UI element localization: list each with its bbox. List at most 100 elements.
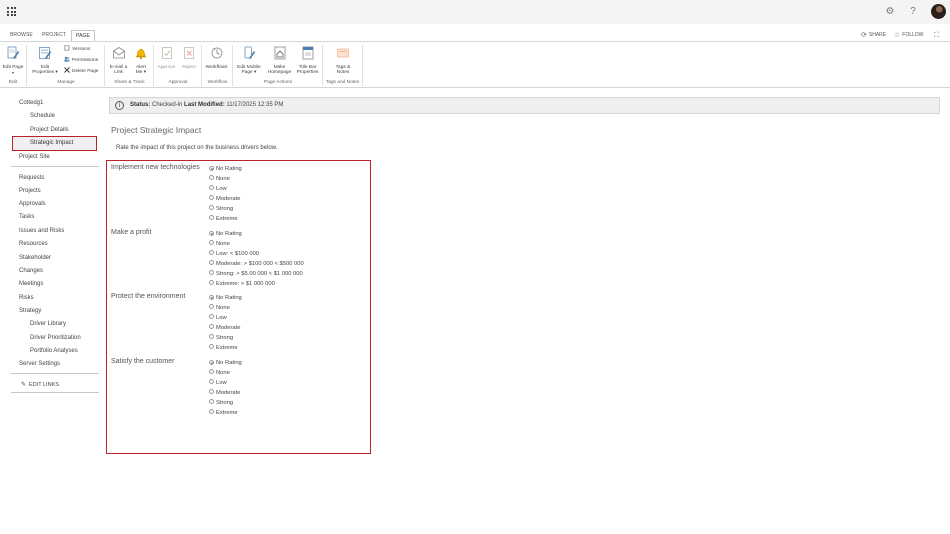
edit-properties-label-2: Properties ▾ [32,70,58,75]
rating-option[interactable]: Low [209,379,227,387]
tab-project[interactable]: PROJECT [42,30,66,41]
rating-option[interactable]: Extreme: > $1 000 000 [209,280,275,288]
rating-option[interactable]: Strong [209,399,233,407]
email-link-button[interactable]: E-mail a Link [107,46,130,76]
radio-button[interactable] [209,334,214,340]
share-button[interactable]: ⟳ SHARE [861,31,886,40]
title-bar-properties-button[interactable]: Title Bar Properties [294,46,321,76]
rating-option[interactable]: No Rating [209,359,242,367]
rating-option[interactable]: None [209,175,230,183]
rating-option-label: Extreme: > $1 000 000 [216,280,275,287]
nav-portfolio-analyses[interactable]: Portfolio Analyses [30,348,78,354]
nav-project-name[interactable]: Cottedg1 [19,100,43,106]
radio-button[interactable] [209,389,214,395]
radio-button[interactable] [209,240,214,246]
radio-button[interactable] [209,205,214,211]
rating-option[interactable]: Strong [209,334,233,342]
workflows-button[interactable]: Workflows [203,46,230,70]
rating-option[interactable]: None [209,369,230,377]
radio-button[interactable] [209,230,214,236]
rating-option[interactable]: Low [209,314,227,322]
nav-project-site[interactable]: Project Site [19,154,50,160]
nav-strategic-impact[interactable]: Strategic Impact [12,136,97,151]
radio-button[interactable] [209,314,214,320]
nav-tasks[interactable]: Tasks [19,214,34,220]
rating-option-label: No Rating [216,231,242,237]
nav-stakeholder[interactable]: Stakeholder [19,255,51,261]
rating-option[interactable]: No Rating [209,294,242,302]
radio-button[interactable] [209,304,214,310]
nav-projects[interactable]: Projects [19,188,41,194]
radio-button[interactable] [209,324,214,330]
delete-page-button[interactable]: Delete Page [64,67,98,75]
nav-edit-links[interactable]: ✎ EDIT LINKS [21,381,59,388]
edit-properties-button[interactable]: Edit Properties ▾ [30,46,60,76]
nav-driver-library[interactable]: Driver Library [30,321,66,327]
radio-button[interactable] [209,409,214,414]
versions-button[interactable]: Versions [64,45,90,53]
radio-button[interactable] [209,270,214,276]
nav-strategy[interactable]: Strategy [19,308,41,314]
nav-requests[interactable]: Requests [19,175,44,181]
radio-button[interactable] [209,344,214,349]
nav-divider [11,392,99,393]
rating-option[interactable]: Moderate [209,195,241,203]
nav-approvals[interactable]: Approvals [19,201,46,207]
nav-resources[interactable]: Resources [19,241,48,247]
radio-button[interactable] [209,294,214,300]
rating-option[interactable]: No Rating [209,230,242,238]
nav-driver-prioritization[interactable]: Driver Prioritization [30,335,81,341]
ribbon-separator [153,45,154,86]
make-homepage-button[interactable]: Make Homepage [266,46,293,76]
rating-option[interactable]: None [209,240,230,248]
radio-button[interactable] [209,280,214,285]
email-link-label-2: Link [114,70,123,75]
nav-issues-risks[interactable]: Issues and Risks [19,228,64,234]
rating-option[interactable]: Low [209,185,227,193]
permissions-button[interactable]: Permissions [64,56,98,64]
rating-option[interactable]: Moderate [209,324,241,332]
strategic-impact-ratings [106,160,371,454]
rating-option[interactable]: Low: < $100 000 [209,250,259,258]
rating-option[interactable]: Extreme [209,344,238,352]
help-icon[interactable]: ? [907,6,919,18]
user-avatar[interactable] [931,4,946,19]
rating-option[interactable]: Moderate [209,389,241,397]
radio-button[interactable] [209,175,214,181]
alert-me-button[interactable]: Alert Me ▾ [131,46,151,76]
nav-risks[interactable]: Risks [19,295,34,301]
nav-server-settings[interactable]: Server Settings [19,361,60,367]
follow-button[interactable]: ☆ FOLLOW [894,31,923,40]
nav-schedule[interactable]: Schedule [30,113,55,119]
radio-button[interactable] [209,215,214,220]
nav-project-details[interactable]: Project Details [30,127,69,133]
edit-page-button[interactable]: Edit Page ▾ [2,46,24,76]
rating-option[interactable]: Extreme [209,409,238,417]
nav-changes[interactable]: Changes [19,268,43,274]
tab-browse[interactable]: BROWSE [10,30,33,41]
tags-notes-button[interactable]: Tags & Notes [328,46,358,76]
radio-button[interactable] [209,250,214,256]
edit-page-dropdown-icon[interactable]: ▾ [2,70,24,76]
radio-button[interactable] [209,195,214,201]
edit-mobile-page-button[interactable]: Edit Mobile Page ▾ [234,46,264,76]
radio-button[interactable] [209,185,214,191]
reject-button[interactable]: Reject [179,46,199,70]
rating-option[interactable]: Strong [209,205,233,213]
settings-gear-icon[interactable]: ⚙ [884,6,896,18]
app-launcher-icon[interactable] [7,7,16,16]
radio-button[interactable] [209,165,214,171]
radio-button[interactable] [209,369,214,375]
rating-option[interactable]: No Rating [209,165,242,173]
radio-button[interactable] [209,399,214,405]
rating-option[interactable]: Moderate: > $100 000 < $500 000 [209,260,304,268]
rating-option[interactable]: Extreme [209,215,238,223]
rating-option[interactable]: Strong: > $5.00 000 < $1 000 000 [209,270,303,278]
approve-button[interactable]: Approve [155,46,178,70]
nav-meetings[interactable]: Meetings [19,281,43,287]
focus-content-button[interactable]: ⛶ [934,31,941,40]
radio-button[interactable] [209,359,214,365]
radio-button[interactable] [209,260,214,266]
radio-button[interactable] [209,379,214,385]
rating-option[interactable]: None [209,304,230,312]
